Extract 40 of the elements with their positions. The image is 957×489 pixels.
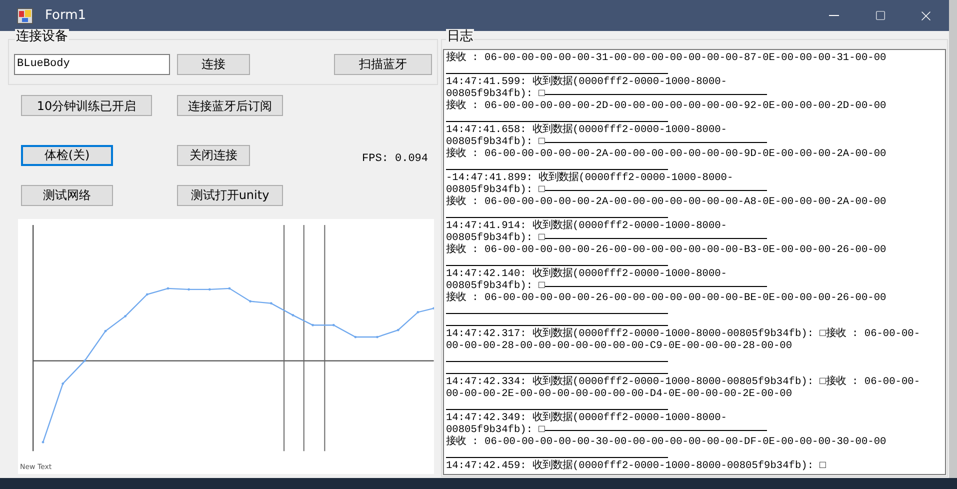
log-line: 14:47:42.334: 收到数据(0000fff2-0000-1000-8000-00805f9b34fb): □接收 : 06-00-00- <box>446 376 920 388</box>
log-line: 14:47:42.317: 收到数据(0000fff2-0000-1000-8000-00805f9b34fb): □接收 : 06-00-00- <box>446 328 920 340</box>
log-line: 00-00-00-2E-00-00-00-00-00-00-00-D4-0E-00-00-00-2E-00-00 <box>446 388 792 400</box>
log-line: 00805f9b34fb): □ <box>446 184 545 196</box>
log-line: 接收 : 06-00-00-00-00-00-26-00-00-00-00-00-00-00-B3-0E-00-00-00-26-00-00 <box>446 244 886 256</box>
form-button[interactable]: 连接 <box>177 54 250 74</box>
group-title: 日志 <box>446 29 474 45</box>
log-line: 14:47:41.658: 收到数据(0000fff2-0000-1000-8000- <box>446 124 727 136</box>
log-line: -14:47:41.899: 收到数据(0000fff2-0000-1000-8000- <box>446 172 734 184</box>
log-line: 接收 : 06-00-00-00-00-00-31-00-00-00-00-00-00-00-87-0E-00-00-00-31-00-00 <box>446 52 886 64</box>
log-line: 00805f9b34fb): □ <box>446 280 545 292</box>
log-line: 00805f9b34fb): □ <box>446 88 545 100</box>
form-button[interactable]: 扫描蓝牙 <box>334 54 432 74</box>
form-button[interactable]: 关闭连接 <box>177 144 250 166</box>
log-line: 14:47:42.140: 收到数据(0000fff2-0000-1000-8000- <box>446 268 727 280</box>
device-field[interactable]: BLueBody <box>14 54 170 74</box>
log-line: 14:47:41.914: 收到数据(0000fff2-0000-1000-8000- <box>446 220 727 232</box>
app-icon <box>17 8 33 24</box>
maximize-icon <box>874 10 886 21</box>
minimize-icon <box>829 15 839 16</box>
log-line: 接收 : 06-00-00-00-00-00-2A-00-00-00-00-00-00-00-9D-0E-00-00-00-2A-00-00 <box>446 148 886 160</box>
log-line: 00805f9b34fb): □ <box>446 136 545 148</box>
log-line: 00805f9b34fb): □ <box>446 424 545 436</box>
form-button[interactable]: 测试打开unity <box>177 184 283 206</box>
log-line: 14:47:42.349: 收到数据(0000fff2-0000-1000-8000- <box>446 412 727 424</box>
log-line: 14:47:41.599: 收到数据(0000fff2-0000-1000-8000- <box>446 76 727 88</box>
form-button[interactable]: 连接蓝牙后订阅 <box>177 95 283 116</box>
form-button[interactable]: 测试网络 <box>21 184 113 206</box>
log-line: 14:47:42.459: 收到数据(0000fff2-0000-1000-8000-00805f9b34fb): □ <box>446 460 826 472</box>
form-button[interactable]: 体检(关) <box>21 144 113 166</box>
form-button[interactable]: 10分钟训练已开启 <box>21 95 152 116</box>
log-line: 接收 : 06-00-00-00-00-00-2D-00-00-00-00-00-00-00-92-0E-00-00-00-2D-00-00 <box>446 100 886 112</box>
log-line: 接收 : 06-00-00-00-00-00-2A-00-00-00-00-00-00-00-A8-0E-00-00-00-2A-00-00 <box>446 196 886 208</box>
log-line: 00805f9b34fb): □ <box>446 232 545 244</box>
log-line: 接收 : 06-00-00-00-00-00-26-00-00-00-00-00-00-00-BE-0E-00-00-00-26-00-00 <box>446 292 886 304</box>
log-line: 接收 : 06-00-00-00-00-00-30-00-00-00-00-00-00-00-DF-0E-00-00-00-30-00-00 <box>446 436 886 448</box>
window-title: Form1 <box>45 6 86 25</box>
fps-label: FPS: 0.094 <box>362 152 428 167</box>
log-line: 00-00-00-28-00-00-00-00-00-00-00-C9-0E-00-00-00-28-00-00 <box>446 340 792 352</box>
group-title: 连接设备 <box>15 29 69 45</box>
